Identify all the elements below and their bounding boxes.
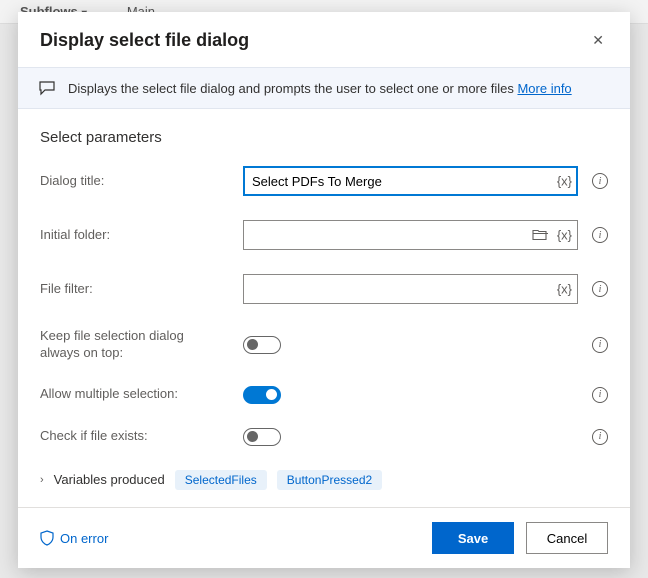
dialog-title: Display select file dialog <box>40 30 249 51</box>
dialog-title-label: Dialog title: <box>40 173 235 190</box>
close-icon[interactable]: ✕ <box>588 28 608 53</box>
info-text: Displays the select file dialog and prom… <box>68 81 572 96</box>
check-exists-label: Check if file exists: <box>40 428 235 445</box>
variable-insert-icon[interactable]: {x} <box>557 282 572 297</box>
cancel-button[interactable]: Cancel <box>526 522 608 554</box>
info-banner: Displays the select file dialog and prom… <box>18 67 630 109</box>
dialog-title-input[interactable] <box>243 166 578 196</box>
info-icon[interactable]: i <box>592 281 608 297</box>
info-icon[interactable]: i <box>592 429 608 445</box>
info-icon[interactable]: i <box>592 173 608 189</box>
info-icon[interactable]: i <box>592 337 608 353</box>
info-icon[interactable]: i <box>592 387 608 403</box>
speech-bubble-icon <box>38 80 56 96</box>
on-error-link[interactable]: On error <box>40 530 108 546</box>
initial-folder-label: Initial folder: <box>40 227 235 244</box>
dialog-header: Display select file dialog ✕ <box>18 12 630 67</box>
initial-folder-input[interactable] <box>243 220 578 250</box>
file-filter-label: File filter: <box>40 281 235 298</box>
check-exists-toggle[interactable] <box>243 428 281 446</box>
allow-multiple-label: Allow multiple selection: <box>40 386 235 403</box>
variables-produced-row: › Variables produced SelectedFiles Butto… <box>40 470 608 490</box>
dialog: Display select file dialog ✕ Displays th… <box>18 12 630 568</box>
info-icon[interactable]: i <box>592 227 608 243</box>
keep-on-top-toggle[interactable] <box>243 336 281 354</box>
folder-browse-icon[interactable] <box>532 229 548 242</box>
variable-insert-icon[interactable]: {x} <box>557 174 572 189</box>
more-info-link[interactable]: More info <box>517 81 571 96</box>
shield-icon <box>40 530 54 546</box>
variable-pill[interactable]: SelectedFiles <box>175 470 267 490</box>
dialog-footer: On error Save Cancel <box>18 507 630 568</box>
dialog-body: Select parameters Dialog title: {x} i In… <box>18 109 630 507</box>
variables-produced-label: Variables produced <box>54 472 165 487</box>
keep-on-top-label: Keep file selection dialog always on top… <box>40 328 235 362</box>
chevron-right-icon[interactable]: › <box>40 474 44 486</box>
variable-pill[interactable]: ButtonPressed2 <box>277 470 382 490</box>
save-button[interactable]: Save <box>432 522 514 554</box>
variable-insert-icon[interactable]: {x} <box>557 228 572 243</box>
allow-multiple-toggle[interactable] <box>243 386 281 404</box>
file-filter-input[interactable] <box>243 274 578 304</box>
section-title: Select parameters <box>40 129 608 146</box>
